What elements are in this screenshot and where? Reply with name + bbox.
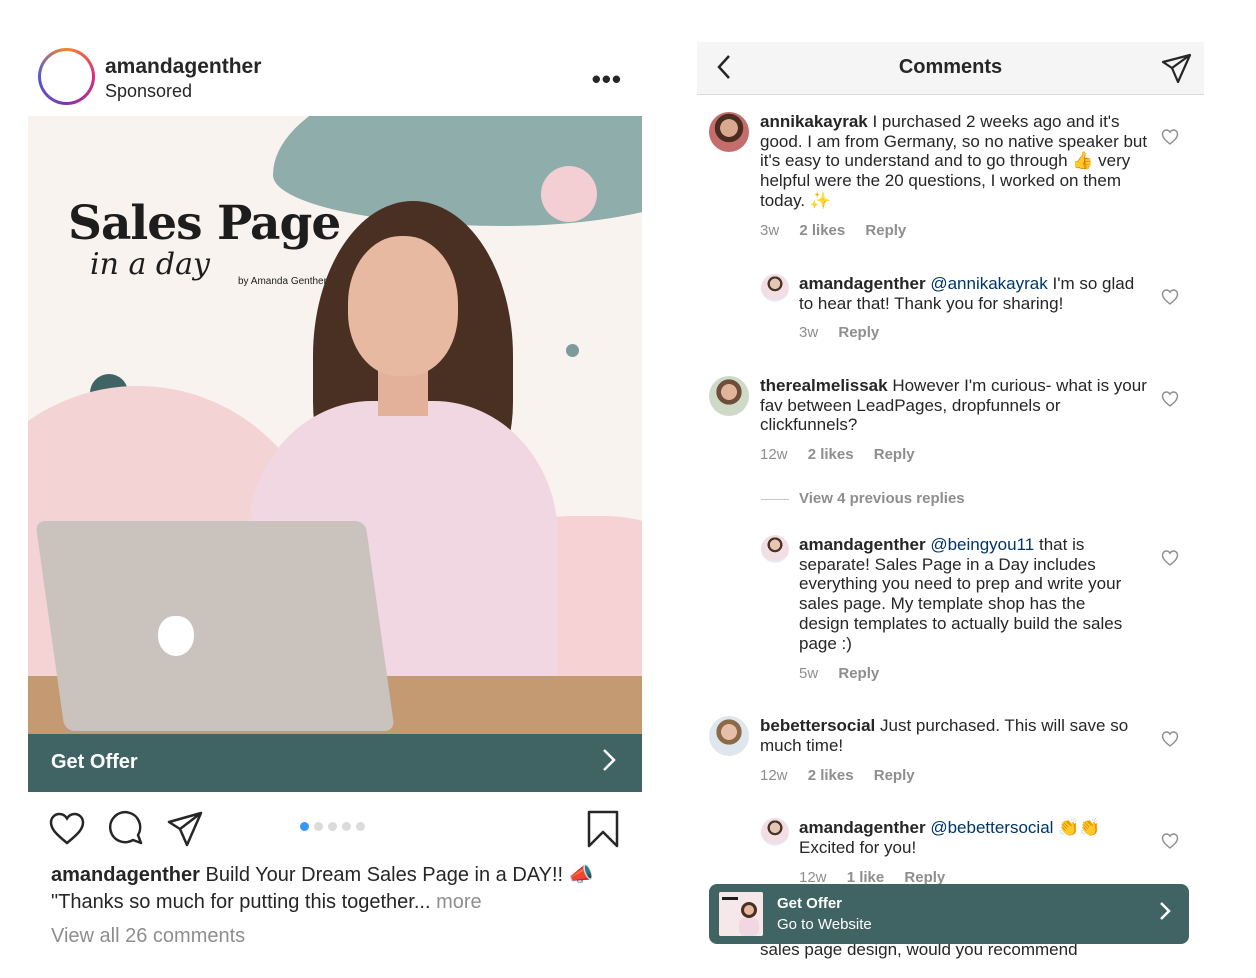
image-byline: by Amanda Genther	[238, 276, 327, 287]
share-icon[interactable]	[166, 810, 204, 848]
apple-logo-icon	[158, 616, 194, 656]
get-offer-button[interactable]: Get Offer	[28, 734, 642, 792]
comment-text: annikakayrak I purchased 2 weeks ago and…	[760, 112, 1150, 211]
chevron-right-icon	[602, 748, 616, 779]
like-heart-icon[interactable]	[1161, 730, 1179, 748]
mention-link[interactable]: @bebettersocial	[930, 818, 1053, 837]
mention-link[interactable]: @annikakayrak	[930, 274, 1047, 293]
comment-text: bebettersocial Just purchased. This will…	[760, 716, 1150, 755]
comment-icon[interactable]	[108, 810, 146, 848]
sponsored-label: Sponsored	[105, 81, 193, 101]
avatar[interactable]	[761, 274, 789, 302]
comment-likes[interactable]: 2 likes	[808, 767, 854, 784]
like-heart-icon[interactable]	[1161, 832, 1179, 850]
avatar[interactable]	[38, 48, 415, 225]
comments-title: Comments	[898, 56, 1003, 78]
reply-button[interactable]: Reply	[874, 446, 915, 463]
comment-username[interactable]: annikakayrak	[760, 112, 868, 131]
comment-username[interactable]: amandagenther	[799, 274, 926, 293]
post-username[interactable]: amandagenther	[105, 55, 261, 79]
comment-username[interactable]: amandagenther	[799, 818, 926, 837]
heart-icon[interactable]	[48, 810, 86, 848]
avatar[interactable]	[761, 818, 789, 846]
comment-text: amandagenther @bebettersocial 👏👏 Excited…	[799, 818, 1139, 857]
send-icon[interactable]	[1160, 52, 1192, 84]
comment-text: amandagenther @annikakayrak I'm so glad …	[799, 274, 1139, 313]
comment-time: 12w	[760, 767, 788, 784]
comment-time: 3w	[799, 324, 819, 341]
like-heart-icon[interactable]	[1161, 390, 1179, 408]
comment-time: 3w	[760, 222, 780, 239]
comment-time: 12w	[760, 446, 788, 463]
reply-button[interactable]: Reply	[865, 222, 906, 239]
comment-meta: 12w 2 likes Reply	[760, 767, 931, 784]
comment-likes[interactable]: 2 likes	[799, 222, 845, 239]
like-heart-icon[interactable]	[1161, 549, 1179, 567]
carousel-pager	[300, 822, 365, 831]
post-image[interactable]: Sales Page in a day by Amanda Genther	[28, 116, 642, 734]
comment-text: therealmelissak However I'm curious- wha…	[760, 376, 1150, 435]
view-all-comments-link[interactable]: View all 26 comments	[51, 925, 245, 948]
comment-meta: 12w 2 likes Reply	[760, 446, 931, 463]
reply-button[interactable]: Reply	[838, 324, 879, 341]
post-actions	[28, 806, 642, 850]
avatar[interactable]	[709, 376, 749, 416]
offer-thumbnail	[719, 892, 763, 936]
mention-link[interactable]: @beingyou11	[930, 535, 1034, 554]
comment-text: amandagenther @beingyou11 that is separa…	[799, 535, 1139, 653]
like-heart-icon[interactable]	[1161, 288, 1179, 306]
comment-time: 5w	[799, 665, 819, 682]
caption-username[interactable]: amandagenther	[51, 864, 200, 886]
comments-header: Comments	[697, 42, 1204, 95]
chevron-right-icon	[1159, 900, 1171, 928]
comment-username[interactable]: therealmelissak	[760, 376, 888, 395]
post-header: amandagenther Sponsored •••	[28, 40, 642, 225]
comment-meta: 3w 2 likes Reply	[760, 222, 922, 239]
comment-username[interactable]: bebettersocial	[760, 716, 875, 735]
image-title: Sales Page	[68, 196, 341, 251]
comments-panel: Comments annikakayrak I purchased 2 week…	[697, 42, 1204, 970]
reply-button[interactable]: Reply	[874, 767, 915, 784]
avatar[interactable]	[709, 112, 749, 152]
post-caption: amandagenther Build Your Dream Sales Pag…	[51, 862, 621, 916]
like-heart-icon[interactable]	[1161, 128, 1179, 146]
cta-subtitle: Go to Website	[777, 916, 872, 933]
avatar[interactable]	[761, 535, 789, 563]
reply-button[interactable]: Reply	[838, 665, 879, 682]
sponsored-post: amandagenther Sponsored ••• Sales Page i…	[28, 40, 642, 970]
get-offer-label: Get Offer	[51, 751, 138, 773]
view-previous-replies-label: View 4 previous replies	[799, 490, 965, 507]
more-options-icon[interactable]: •••	[592, 64, 622, 95]
caption-more-link[interactable]: more	[436, 891, 482, 913]
avatar[interactable]	[709, 716, 749, 756]
comment-username[interactable]: amandagenther	[799, 535, 926, 554]
get-offer-cta[interactable]: Get Offer Go to Website	[709, 884, 1189, 944]
image-subtitle: in a day	[90, 247, 210, 282]
bookmark-icon[interactable]	[584, 810, 622, 848]
comment-likes[interactable]: 2 likes	[808, 446, 854, 463]
cta-title: Get Offer	[777, 895, 843, 912]
view-previous-replies-link[interactable]: View 4 previous replies	[761, 490, 965, 507]
comment-meta: 5w Reply	[799, 665, 895, 682]
comment-meta: 3w Reply	[799, 324, 895, 341]
